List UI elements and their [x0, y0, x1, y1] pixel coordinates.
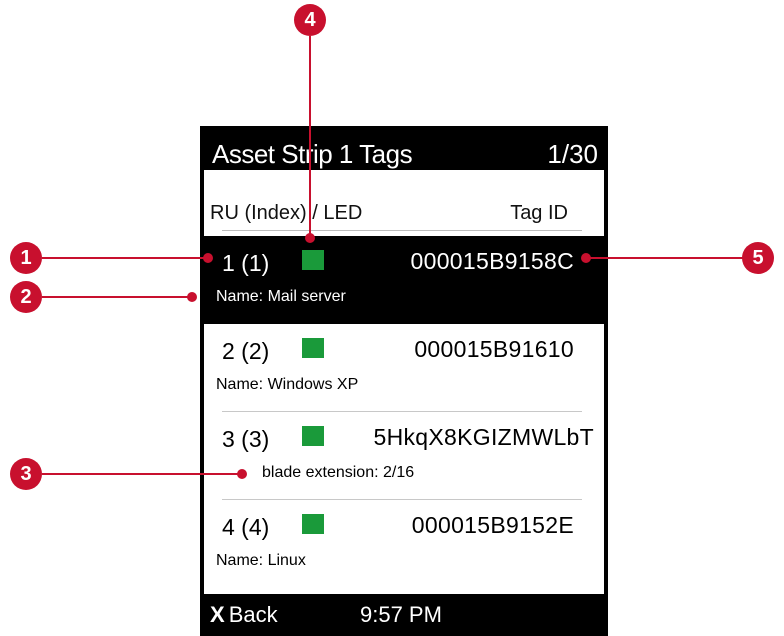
back-label: Back — [228, 602, 278, 627]
led-indicator — [302, 426, 324, 446]
callout-dot-1 — [203, 253, 213, 263]
callout-badge-3: 3 — [10, 458, 42, 490]
asset-name: Name: Windows XP — [216, 376, 359, 393]
list-item[interactable]: 3 (3) 5HkqX8KGIZMWLbT blade extension: 2… — [204, 412, 604, 500]
page-indicator: 1/30 — [547, 139, 598, 169]
screen-title: Asset Strip 1 Tags — [212, 139, 413, 169]
column-header-tag-id: Tag ID — [510, 202, 568, 224]
footer-bar: X Back 9:57 PM — [200, 594, 608, 636]
callout-dot-2 — [187, 292, 197, 302]
callout-badge-1: 1 — [10, 242, 42, 274]
led-indicator — [302, 250, 324, 270]
close-icon: X — [210, 602, 225, 627]
list-item[interactable]: 2 (2) 000015B91610 Name: Windows XP — [204, 324, 604, 412]
callout-dot-3 — [237, 469, 247, 479]
led-indicator — [302, 338, 324, 358]
ru-index: 3 (3) — [222, 426, 270, 452]
back-button[interactable]: X Back — [210, 602, 278, 628]
tag-id: 000015B9152E — [411, 512, 574, 538]
ru-index: 1 (1) — [222, 250, 270, 276]
callout-dot-4 — [305, 233, 315, 243]
callout-line-2 — [42, 296, 192, 298]
list-item[interactable]: 1 (1) 000015B9158C Name: Mail server — [204, 236, 604, 324]
list-item[interactable]: 4 (4) 000015B9152E Name: Linux — [204, 500, 604, 588]
callout-dot-5 — [581, 253, 591, 263]
callout-line-5 — [586, 257, 744, 259]
divider — [222, 230, 582, 231]
tag-id: 000015B9158C — [410, 248, 574, 274]
asset-name: blade extension: 2/16 — [262, 464, 415, 481]
callout-badge-5: 5 — [742, 242, 774, 274]
clock: 9:57 PM — [360, 602, 442, 627]
ru-index: 2 (2) — [222, 338, 270, 364]
title-bar: Asset Strip 1 Tags 1/30 — [200, 126, 608, 170]
tag-id: 000015B91610 — [414, 336, 574, 362]
callout-line-3 — [42, 473, 242, 475]
callout-badge-2: 2 — [10, 281, 42, 313]
asset-name: Name: Mail server — [216, 288, 346, 305]
callout-line-4 — [309, 36, 311, 238]
ru-index: 4 (4) — [222, 514, 270, 540]
callout-line-1 — [42, 257, 208, 259]
column-header-ru-led: RU (Index) / LED — [210, 202, 363, 224]
callout-badge-4: 4 — [294, 4, 326, 36]
device-screen: Asset Strip 1 Tags 1/30 RU (Index) / LED… — [200, 126, 608, 636]
led-indicator — [302, 514, 324, 534]
tag-list: RU (Index) / LED Tag ID 1 (1) 000015B915… — [204, 170, 604, 594]
tag-id: 5HkqX8KGIZMWLbT — [373, 424, 594, 450]
asset-name: Name: Linux — [216, 552, 306, 569]
